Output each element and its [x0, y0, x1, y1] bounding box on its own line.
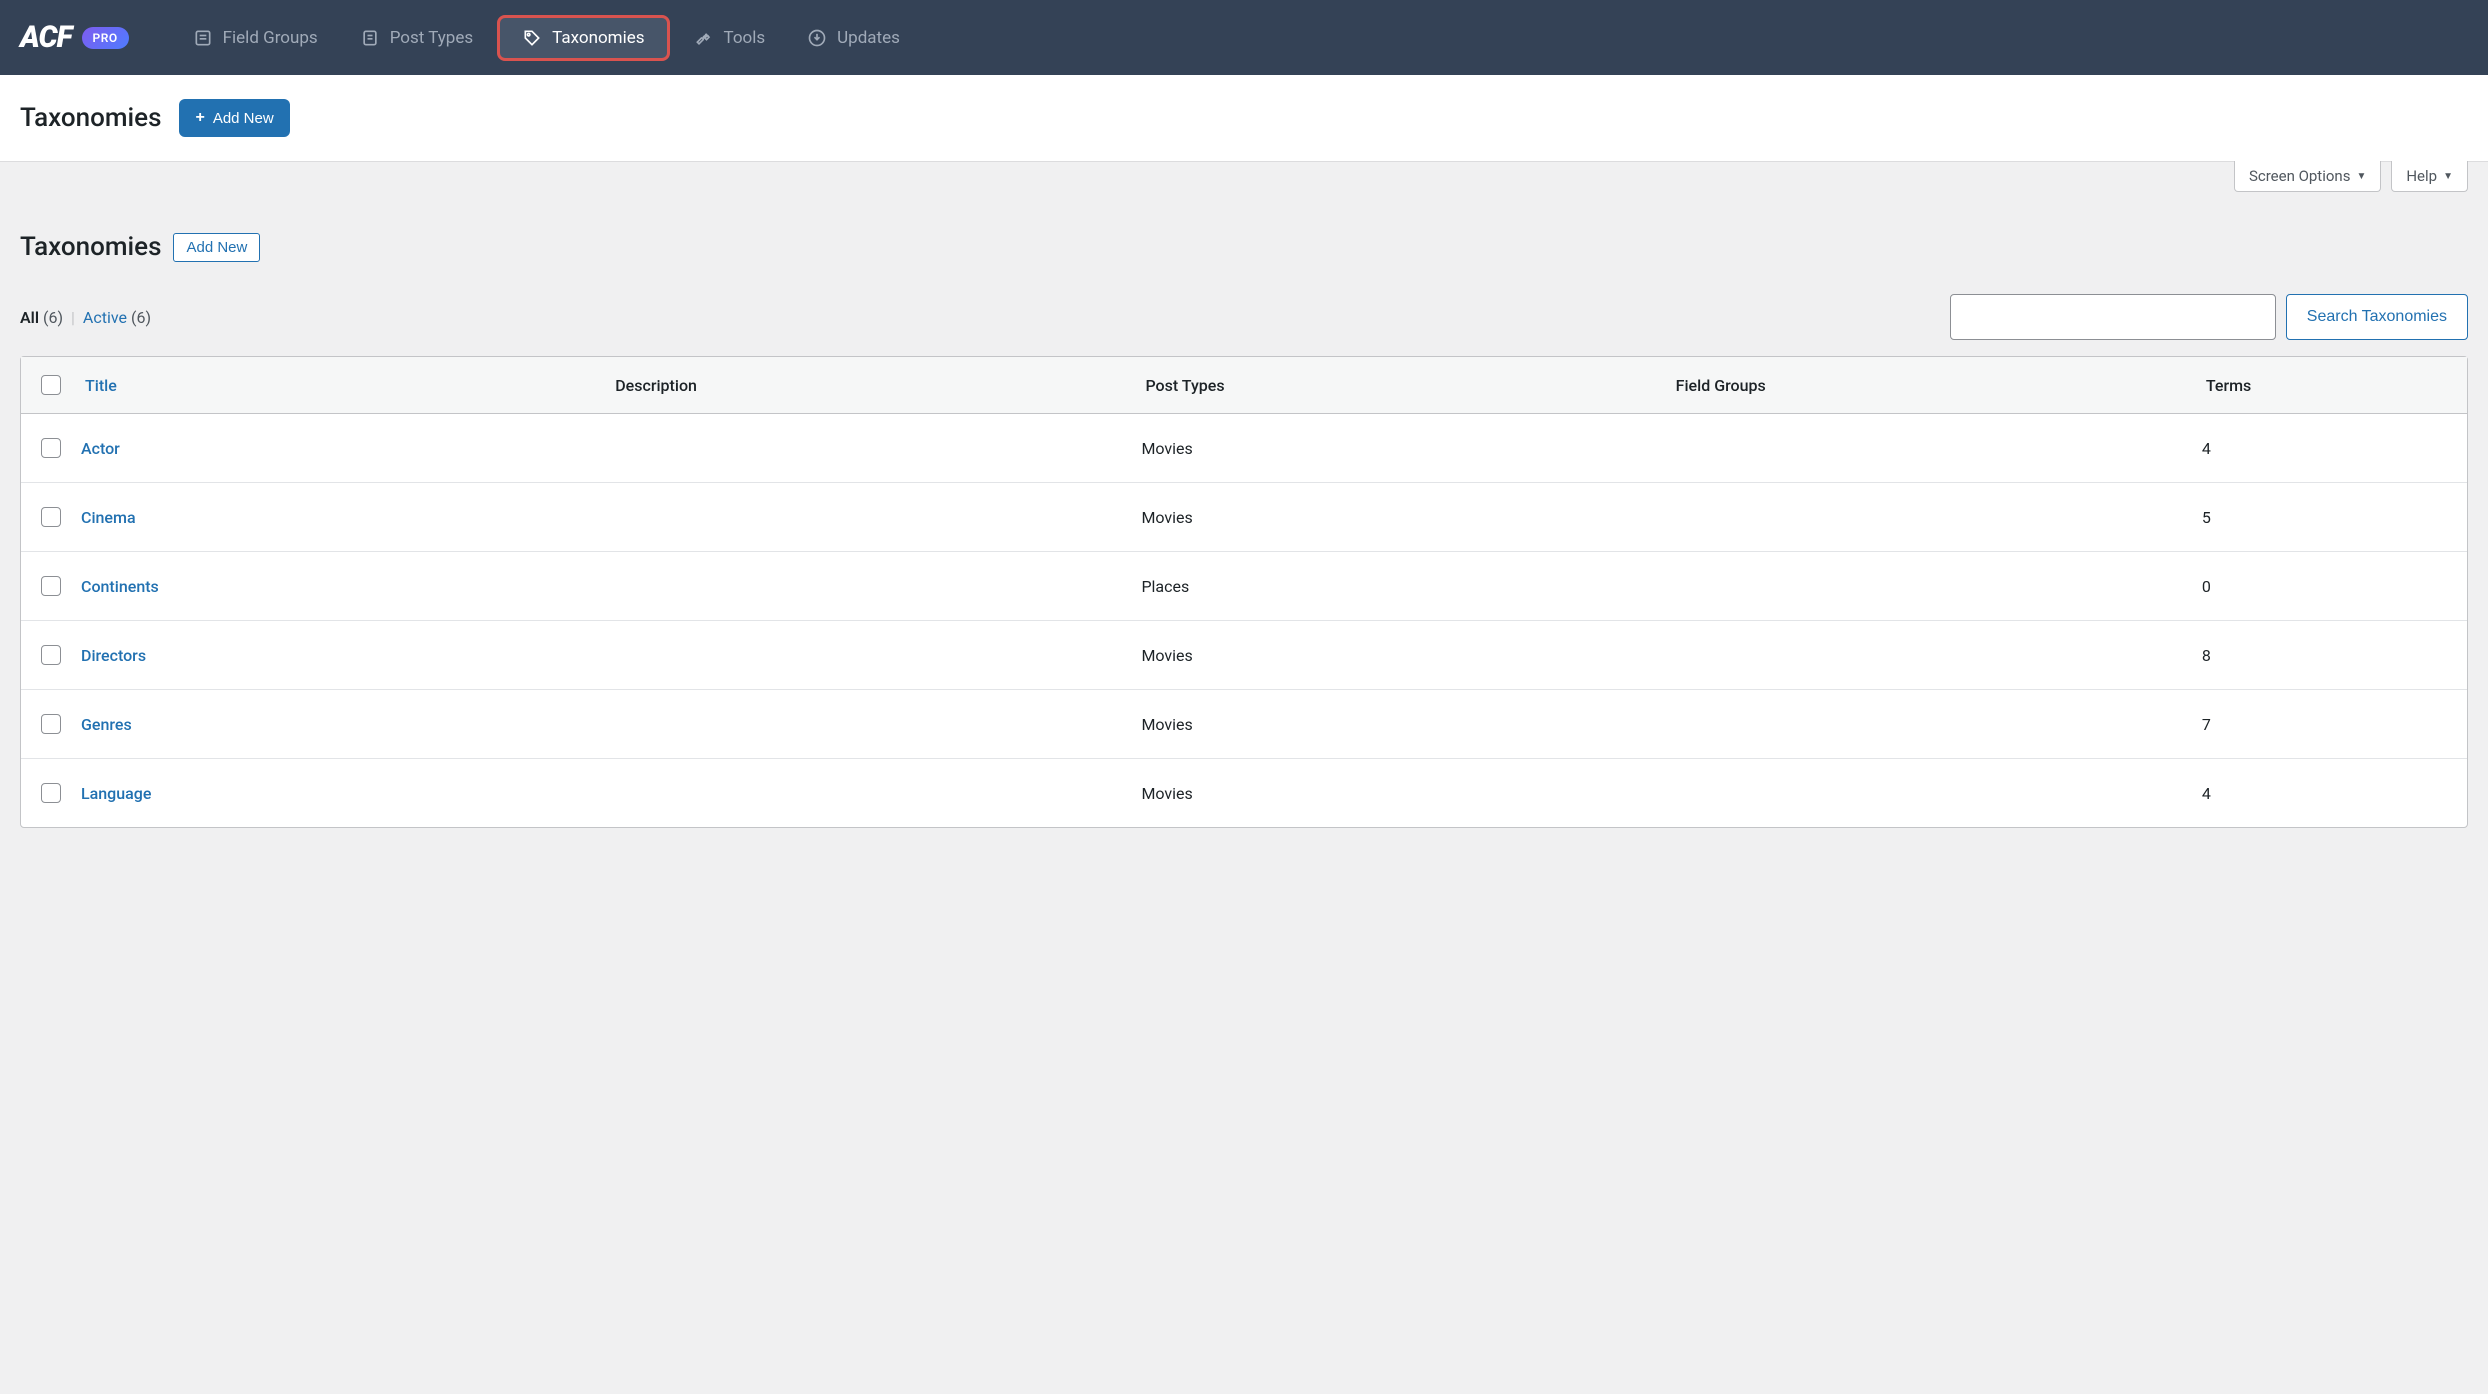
plus-icon: +: [195, 109, 204, 127]
row-title[interactable]: Directors: [81, 646, 611, 665]
row-post-types: Places: [1141, 577, 1671, 596]
row-checkbox[interactable]: [41, 507, 61, 527]
tag-icon: [522, 28, 542, 48]
header-terms: Terms: [2202, 376, 2467, 395]
help-tab[interactable]: Help ▼: [2391, 161, 2468, 192]
filter-active[interactable]: Active (6): [83, 308, 151, 327]
nav-label: Post Types: [390, 28, 473, 48]
table-row: Genres Movies 7: [21, 690, 2467, 759]
table-row: Continents Places 0: [21, 552, 2467, 621]
nav-updates[interactable]: Updates: [789, 18, 918, 58]
search-input[interactable]: [1950, 294, 2276, 340]
row-checkbox-cell: [21, 507, 81, 527]
chevron-down-icon: ▼: [2356, 171, 2366, 182]
row-terms: 5: [2202, 508, 2467, 527]
filter-links: All (6) | Active (6): [20, 308, 151, 327]
tools-icon: [694, 28, 714, 48]
table-row: Language Movies 4: [21, 759, 2467, 827]
add-new-outline-button[interactable]: Add New: [173, 233, 260, 262]
main-section: Taxonomies Add New All (6) | Active (6) …: [0, 192, 2488, 848]
acf-logo: ACF: [20, 20, 72, 55]
filter-active-label: Active: [83, 308, 127, 327]
row-checkbox[interactable]: [41, 438, 61, 458]
nav-field-groups[interactable]: Field Groups: [175, 18, 336, 58]
row-post-types: Movies: [1141, 715, 1671, 734]
row-checkbox[interactable]: [41, 714, 61, 734]
row-title[interactable]: Continents: [81, 577, 611, 596]
row-checkbox-cell: [21, 438, 81, 458]
row-title[interactable]: Actor: [81, 439, 611, 458]
nav-label: Field Groups: [223, 28, 318, 48]
filter-all-label: All: [20, 308, 39, 327]
add-new-label: Add New: [213, 110, 274, 127]
header-post-types: Post Types: [1141, 376, 1671, 395]
row-title[interactable]: Language: [81, 784, 611, 803]
row-checkbox[interactable]: [41, 645, 61, 665]
brand-group: ACF PRO: [20, 20, 129, 55]
nav-label: Taxonomies: [552, 28, 644, 48]
filter-all-count: (6): [43, 308, 63, 327]
row-checkbox[interactable]: [41, 783, 61, 803]
top-navigation: ACF PRO Field Groups Post Types Taxonomi…: [0, 0, 2488, 75]
header-description: Description: [611, 376, 1141, 395]
chevron-down-icon: ▼: [2443, 171, 2453, 182]
post-types-icon: [360, 28, 380, 48]
header-title[interactable]: Title: [81, 376, 611, 395]
row-terms: 4: [2202, 439, 2467, 458]
screen-options-tab[interactable]: Screen Options ▼: [2234, 161, 2381, 192]
row-title[interactable]: Cinema: [81, 508, 611, 527]
row-checkbox-cell: [21, 783, 81, 803]
row-checkbox-cell: [21, 714, 81, 734]
help-label: Help: [2406, 167, 2437, 185]
pro-badge: PRO: [82, 27, 129, 49]
updates-icon: [807, 28, 827, 48]
table-row: Directors Movies 8: [21, 621, 2467, 690]
section-head: Taxonomies Add New: [20, 232, 2468, 262]
page-title: Taxonomies: [20, 103, 161, 133]
filter-separator: |: [71, 308, 75, 327]
filter-all[interactable]: All (6): [20, 308, 63, 327]
nav-taxonomies[interactable]: Taxonomies: [497, 15, 669, 61]
nav-label: Updates: [837, 28, 900, 48]
row-terms: 4: [2202, 784, 2467, 803]
row-post-types: Movies: [1141, 646, 1671, 665]
row-terms: 0: [2202, 577, 2467, 596]
select-all-checkbox[interactable]: [41, 375, 61, 395]
table-header: Title Description Post Types Field Group…: [21, 357, 2467, 414]
row-post-types: Movies: [1141, 784, 1671, 803]
row-title[interactable]: Genres: [81, 715, 611, 734]
field-groups-icon: [193, 28, 213, 48]
row-post-types: Movies: [1141, 508, 1671, 527]
nav-post-types[interactable]: Post Types: [342, 18, 491, 58]
row-post-types: Movies: [1141, 439, 1671, 458]
add-new-button[interactable]: + Add New: [179, 99, 289, 137]
page-header: Taxonomies + Add New: [0, 75, 2488, 162]
screen-options-label: Screen Options: [2249, 167, 2351, 185]
taxonomies-table: Title Description Post Types Field Group…: [20, 356, 2468, 828]
search-button[interactable]: Search Taxonomies: [2286, 294, 2468, 340]
row-terms: 7: [2202, 715, 2467, 734]
filter-search-row: All (6) | Active (6) Search Taxonomies: [20, 294, 2468, 340]
search-group: Search Taxonomies: [1950, 294, 2468, 340]
nav-tools[interactable]: Tools: [676, 18, 784, 58]
section-title: Taxonomies: [20, 232, 161, 262]
row-checkbox-cell: [21, 576, 81, 596]
filter-active-count: (6): [131, 308, 151, 327]
header-checkbox-cell: [21, 375, 81, 395]
nav-label: Tools: [724, 28, 766, 48]
table-row: Cinema Movies 5: [21, 483, 2467, 552]
row-terms: 8: [2202, 646, 2467, 665]
row-checkbox[interactable]: [41, 576, 61, 596]
options-row: Screen Options ▼ Help ▼: [0, 161, 2488, 192]
header-field-groups: Field Groups: [1672, 376, 2202, 395]
table-row: Actor Movies 4: [21, 414, 2467, 483]
row-checkbox-cell: [21, 645, 81, 665]
